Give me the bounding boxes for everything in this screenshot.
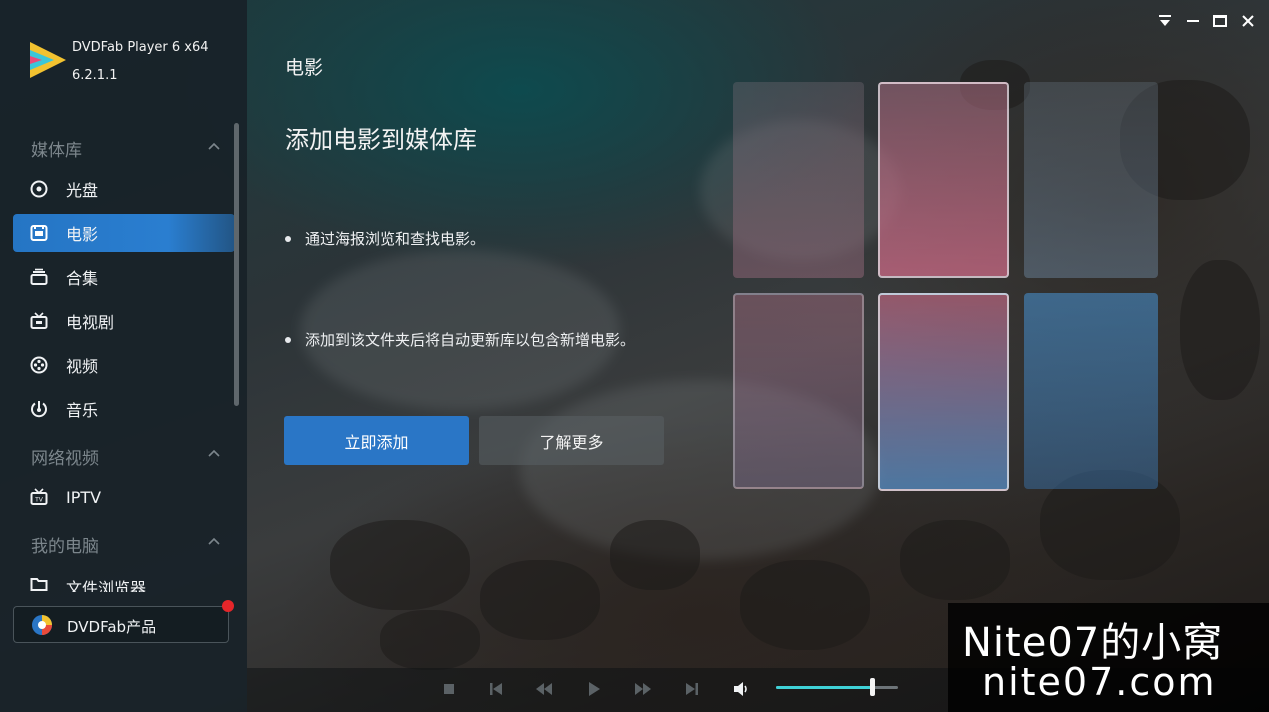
sidebar-item-label: 视频 xyxy=(66,357,99,376)
volume-slider[interactable] xyxy=(776,686,898,689)
section-my-computer[interactable]: 我的电脑 xyxy=(31,532,99,557)
tv-icon xyxy=(30,312,48,329)
stop-icon[interactable] xyxy=(440,680,458,698)
iptv-icon: TV xyxy=(30,488,48,505)
next-icon[interactable] xyxy=(683,680,701,698)
movie-icon xyxy=(30,225,48,241)
sidebar-item-label: IPTV xyxy=(66,487,102,507)
sidebar: DVDFab Player 6 x64 6.2.1.1 媒体库 光盘 电影 合集… xyxy=(0,0,247,712)
add-now-button[interactable]: 立即添加 xyxy=(284,416,469,465)
disc-icon xyxy=(30,180,48,198)
sidebar-item-disc[interactable]: 光盘 xyxy=(13,170,235,208)
video-reel-icon xyxy=(30,356,48,374)
collection-icon xyxy=(30,268,48,285)
page-title: 电影 xyxy=(285,57,324,79)
volume-icon[interactable] xyxy=(732,680,750,698)
volume-slider-handle[interactable] xyxy=(870,678,875,696)
chevron-up-icon[interactable] xyxy=(207,534,221,548)
sidebar-item-iptv[interactable]: TV IPTV xyxy=(13,478,235,516)
sidebar-item-label: 音乐 xyxy=(66,401,99,420)
feature-bullet-text: 通过海报浏览和查找电影。 xyxy=(305,230,486,248)
maximize-icon[interactable] xyxy=(1211,12,1229,30)
sidebar-item-videos[interactable]: 视频 xyxy=(13,346,235,384)
app-version: 6.2.1.1 xyxy=(72,68,118,83)
play-icon[interactable] xyxy=(585,680,603,698)
previous-icon[interactable] xyxy=(487,680,505,698)
sidebar-item-music[interactable]: 音乐 xyxy=(13,390,235,428)
dvdfab-products-button[interactable]: DVDFab产品 xyxy=(13,606,229,643)
minimize-icon[interactable] xyxy=(1184,12,1202,30)
feature-bullet: 添加到该文件夹后将自动更新库以包含新增电影。 xyxy=(285,329,635,350)
sidebar-item-label: 电影 xyxy=(66,225,99,244)
chevron-up-icon[interactable] xyxy=(207,139,221,153)
close-icon[interactable] xyxy=(1239,12,1257,30)
sidebar-scrollbar[interactable] xyxy=(234,123,239,406)
sidebar-item-label: 光盘 xyxy=(66,181,99,200)
volume-slider-fill xyxy=(776,686,872,689)
feature-bullet: 通过海报浏览和查找电影。 xyxy=(285,228,485,249)
dvdfab-logo xyxy=(30,42,66,78)
section-media-library[interactable]: 媒体库 xyxy=(31,136,82,161)
fast-forward-icon[interactable] xyxy=(634,680,652,698)
dvdfab-products-icon xyxy=(32,615,52,635)
sidebar-item-label: 合集 xyxy=(66,269,99,288)
dvdfab-products-label: DVDFab产品 xyxy=(67,618,157,636)
sidebar-item-file-browser[interactable]: 文件浏览器 xyxy=(13,566,235,592)
menu-dropdown-icon[interactable] xyxy=(1156,12,1174,30)
sidebar-item-label: 文件浏览器 xyxy=(66,579,147,592)
section-online-video[interactable]: 网络视频 xyxy=(31,444,99,469)
chevron-up-icon[interactable] xyxy=(207,446,221,460)
app-title: DVDFab Player 6 x64 xyxy=(72,40,209,55)
feature-bullet-text: 添加到该文件夹后将自动更新库以包含新增电影。 xyxy=(305,331,636,349)
sidebar-item-movies[interactable]: 电影 xyxy=(13,214,235,252)
learn-more-button[interactable]: 了解更多 xyxy=(479,416,664,465)
watermark-url: nite07.com xyxy=(982,660,1217,704)
headline: 添加电影到媒体库 xyxy=(285,126,477,154)
sidebar-item-collections[interactable]: 合集 xyxy=(13,258,235,296)
svg-text:TV: TV xyxy=(34,497,44,504)
notification-badge xyxy=(222,600,234,612)
music-icon xyxy=(31,401,47,418)
sidebar-item-tv-shows[interactable]: 电视剧 xyxy=(13,302,235,340)
sidebar-item-label: 电视剧 xyxy=(66,313,115,332)
rewind-icon[interactable] xyxy=(535,680,553,698)
folder-icon xyxy=(30,578,48,591)
